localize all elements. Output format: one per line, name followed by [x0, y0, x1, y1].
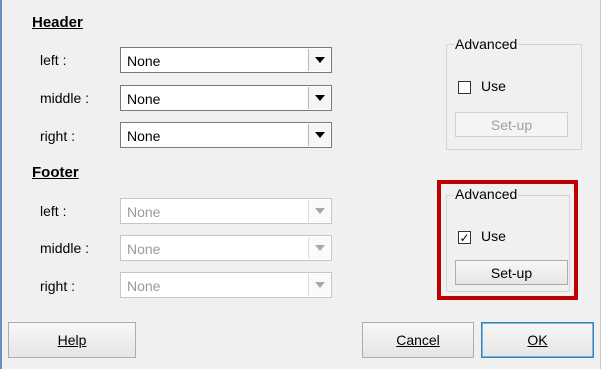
help-button[interactable]: Help [8, 322, 136, 358]
header-middle-dropdown-button[interactable] [308, 87, 330, 109]
header-setup-label: Set-up [490, 116, 533, 133]
header-middle-value: None [127, 91, 161, 107]
footer-middle-value: None [127, 241, 161, 257]
header-left-select[interactable]: None [120, 47, 332, 73]
footer-left-label: left : [40, 203, 67, 219]
chevron-down-icon [314, 282, 325, 288]
chevron-down-icon [314, 208, 325, 214]
header-right-select[interactable]: None [120, 122, 332, 148]
chevron-down-icon [314, 245, 325, 251]
footer-right-dropdown-button[interactable] [308, 274, 330, 296]
window-left-edge [0, 0, 2, 369]
chevron-down-icon [314, 132, 325, 138]
header-section-title: Header [32, 14, 83, 31]
ok-button[interactable]: OK [481, 322, 594, 358]
header-right-value: None [127, 128, 161, 144]
header-right-label: right : [40, 128, 76, 144]
footer-left-dropdown-button[interactable] [308, 200, 330, 222]
help-label: Help [57, 332, 87, 348]
ok-label: OK [527, 332, 548, 348]
header-setup-button[interactable]: Set-up [455, 112, 568, 137]
footer-left-select[interactable]: None [120, 198, 332, 224]
footer-section-title: Footer [32, 164, 79, 181]
footer-middle-dropdown-button[interactable] [308, 237, 330, 259]
header-use-label: Use [481, 78, 506, 94]
cancel-button[interactable]: Cancel [362, 322, 474, 358]
highlight-box [437, 180, 578, 300]
footer-right-label: right : [40, 278, 76, 294]
footer-right-value: None [127, 278, 161, 294]
header-use-checkbox[interactable] [458, 81, 471, 94]
header-left-dropdown-button[interactable] [308, 49, 330, 71]
footer-middle-label: middle : [40, 240, 90, 256]
header-middle-label: middle : [40, 90, 90, 106]
header-right-dropdown-button[interactable] [308, 124, 330, 146]
footer-right-select[interactable]: None [120, 272, 332, 298]
header-left-value: None [127, 53, 161, 69]
cancel-label: Cancel [396, 332, 440, 348]
chevron-down-icon [314, 57, 325, 63]
footer-middle-select[interactable]: None [120, 235, 332, 261]
chevron-down-icon [314, 95, 325, 101]
header-advanced-legend: Advanced [454, 36, 519, 52]
header-left-label: left : [40, 52, 67, 68]
footer-left-value: None [127, 204, 161, 220]
header-middle-select[interactable]: None [120, 85, 332, 111]
